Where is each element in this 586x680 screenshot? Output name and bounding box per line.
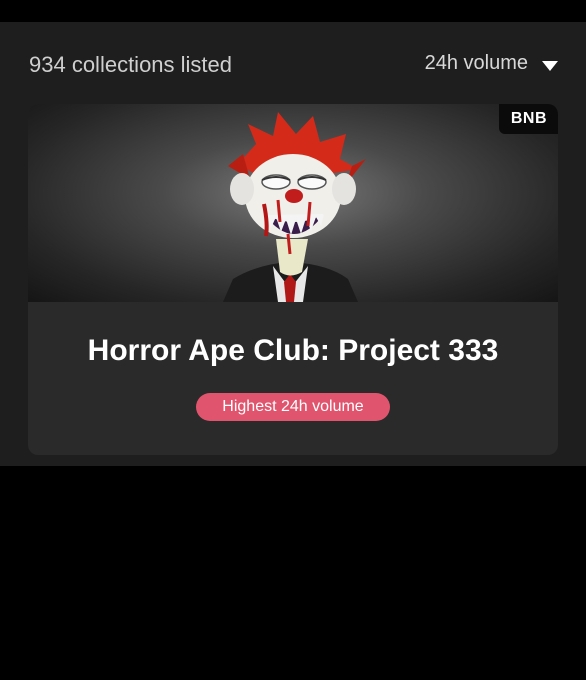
collections-panel: 934 collections listed 24h volume BNB Ho… [0, 22, 586, 466]
highlight-tag: Highest 24h volume [196, 393, 390, 421]
horror-ape-artwork [223, 112, 366, 302]
collection-count: 934 collections listed [29, 52, 233, 77]
collection-banner-image: BNB [28, 104, 558, 302]
chevron-down-icon [542, 60, 558, 71]
collection-title: Horror Ape Club: Project 333 [87, 334, 499, 367]
sort-label: 24h volume [424, 52, 528, 74]
sort-dropdown[interactable]: 24h volume [425, 52, 558, 75]
collection-card[interactable]: BNB Horror Ape Club: Project 333 Highest… [28, 104, 558, 455]
top-bar [0, 0, 586, 22]
chain-badge: BNB [498, 104, 558, 134]
